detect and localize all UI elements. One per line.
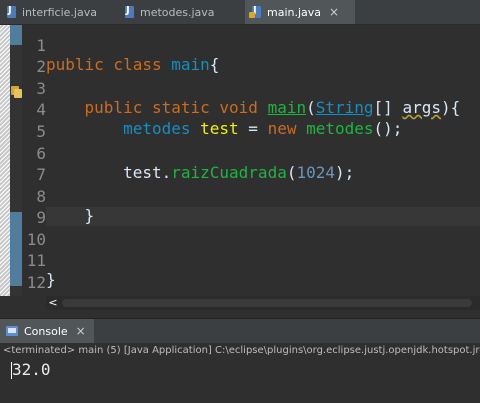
method-call: raizCuadrada [171,163,287,182]
current-line-highlight [46,207,480,226]
brace: } [84,206,95,225]
code-editor[interactable]: 1 2 3 4 5 6 7 8 9 10 11 12 public class … [0,25,480,296]
tab-label: metodes.java [140,5,215,19]
tab-console[interactable]: Console × [0,319,94,343]
operator: = [238,119,268,138]
tab-label: interficie.java [22,5,97,19]
type-name: metodes [123,119,201,138]
variable-name: test [200,119,239,138]
java-run-file-icon: J [249,5,262,18]
code-line-11: } [0,251,480,289]
tab-main-java[interactable]: J main.java × [245,0,355,24]
dot: . [161,163,172,182]
tab-label: main.java [267,5,322,19]
number-literal: 1024 [296,163,335,182]
brace: } [46,270,56,289]
tab-interficie-java[interactable]: J interficie.java [0,0,118,24]
code-line-3: public static void main(String[] args){ [0,79,480,117]
java-file-icon: J [6,5,17,18]
tab-label: Console [24,324,68,338]
class-name: main [171,55,210,74]
code-line-4: metodes test = new metodes(); [0,100,480,138]
punctuation: ); [335,163,355,182]
close-icon[interactable]: × [329,5,339,19]
code-line-8: } [0,187,480,225]
console-output: 32.0 [12,360,51,379]
brace: { [209,55,220,74]
keyword: new [267,119,307,138]
variable-name: test [123,163,162,182]
console-tab-bar: Console × [0,318,480,343]
scrollbar-thumb[interactable] [62,299,472,307]
console-status-line: <terminated> main (5) [Java Application]… [0,343,480,358]
console-output-area[interactable]: 32.0 [0,358,480,403]
editor-tab-bar: J interficie.java J metodes.java J main.… [0,0,480,25]
code-line-1: public class main{ [0,36,480,74]
console-icon [6,326,18,336]
code-line-6: test.raizCuadrada(1024); [0,144,480,182]
java-file-icon: J [124,5,135,18]
constructor-name: metodes [306,119,374,138]
punctuation: (); [373,119,403,138]
tab-metodes-java[interactable]: J metodes.java [118,0,242,24]
line-number: 10 [26,230,46,249]
scroll-left-icon[interactable]: < [46,296,60,310]
text-caret [11,362,12,379]
keyword: public class [46,55,172,74]
horizontal-scrollbar[interactable]: < [46,296,480,310]
close-icon[interactable]: × [76,324,86,338]
